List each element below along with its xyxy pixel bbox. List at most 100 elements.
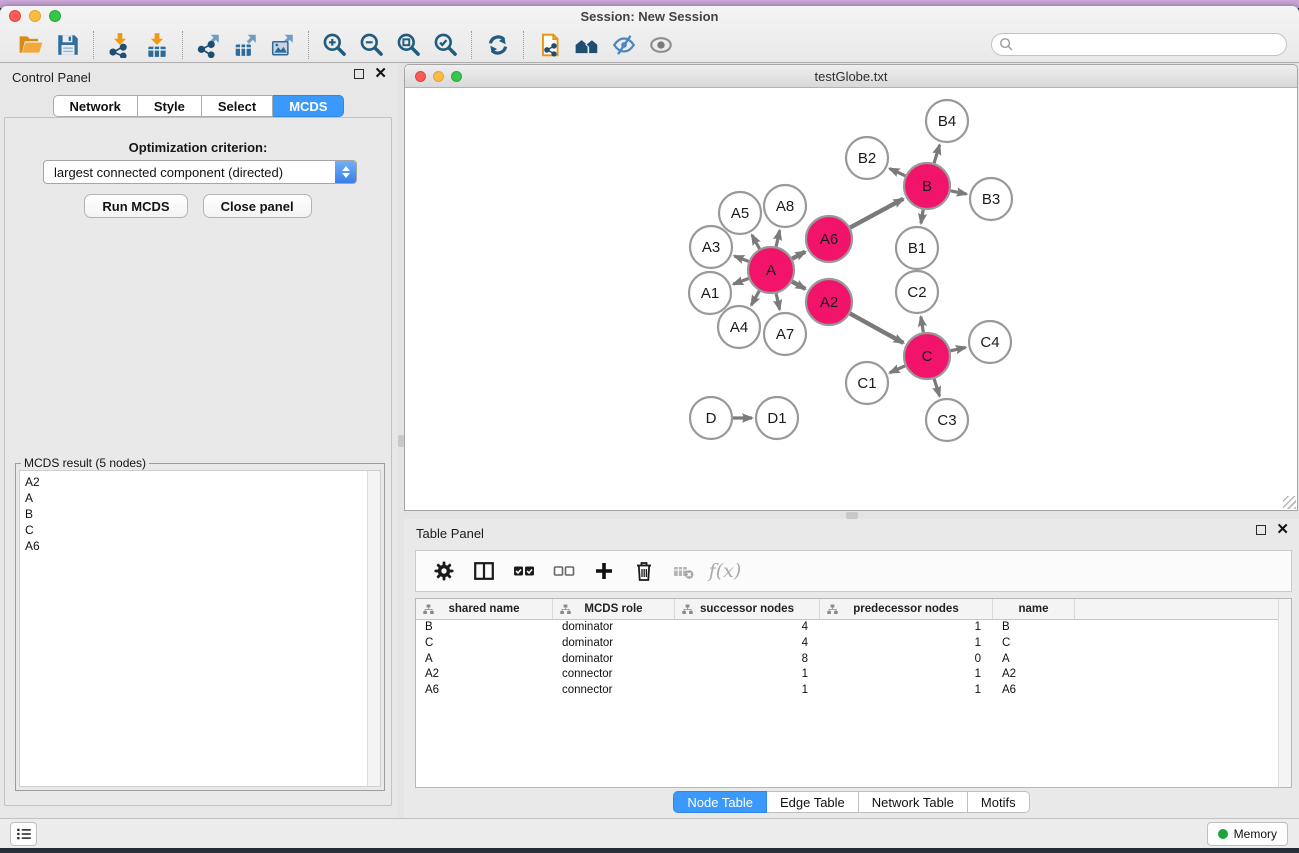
select-all-icon[interactable] (506, 554, 542, 588)
graph-edge-A-A4[interactable] (751, 291, 759, 305)
memory-status-icon (1218, 829, 1228, 839)
import-network-icon[interactable] (101, 29, 138, 61)
deselect-all-icon[interactable] (546, 554, 582, 588)
open-session-icon[interactable] (12, 29, 49, 61)
run-mcds-button[interactable]: Run MCDS (84, 194, 187, 218)
table-cell: 8 (675, 652, 820, 668)
main-toolbar (0, 26, 1299, 63)
table-cell: A6 (416, 683, 553, 699)
criterion-select[interactable]: largest connected component (directed) (43, 160, 357, 184)
tab-node-table[interactable]: Node Table (673, 791, 767, 813)
tab-motifs[interactable]: Motifs (968, 791, 1030, 813)
zoom-selected-icon[interactable] (427, 29, 464, 61)
scrollbar-track[interactable] (367, 471, 380, 786)
tab-edge-table[interactable]: Edge Table (767, 791, 859, 813)
table-cell: C (416, 636, 553, 652)
zoom-fit-icon[interactable] (390, 29, 427, 61)
mcds-result-item[interactable]: C (25, 522, 380, 538)
table-cell: A (416, 652, 553, 668)
table-cell: A2 (993, 667, 1075, 683)
network-from-file-icon[interactable] (531, 29, 568, 61)
table-row[interactable]: Adominator80A (416, 652, 1291, 668)
graph-node-label: C3 (937, 412, 956, 429)
close-panel-button[interactable]: Close panel (203, 194, 312, 218)
network-canvas[interactable]: B4B2BB3A8A5A6A3B1AA1C2A2A4A7C4CC1DD1C3 (405, 88, 1297, 510)
show-panels-button[interactable] (10, 822, 37, 846)
graph-edge-C-C2[interactable] (921, 317, 923, 333)
table-row[interactable]: Cdominator41C (416, 636, 1291, 652)
graph-edge-A-A1[interactable] (733, 278, 748, 284)
export-table-icon[interactable] (227, 29, 264, 61)
graph-edge-A2-C[interactable] (850, 314, 903, 343)
graph-edge-C-C4[interactable] (950, 347, 965, 350)
export-image-icon[interactable] (264, 29, 301, 61)
graph-edge-A-A2[interactable] (792, 282, 805, 289)
graph-edge-A-A3[interactable] (734, 256, 748, 261)
mcds-result-list[interactable]: A2ABCA6 (19, 470, 381, 787)
column-header-successor-nodes[interactable]: successor nodes (675, 599, 820, 619)
column-header-label: successor nodes (700, 603, 794, 615)
graph-node-label: D1 (767, 410, 786, 427)
list-icon (15, 825, 33, 843)
export-network-icon[interactable] (190, 29, 227, 61)
graph-edge-C-C3[interactable] (934, 379, 939, 396)
column-header-name[interactable]: name (993, 599, 1075, 619)
save-session-icon[interactable] (49, 29, 86, 61)
horizontal-splitter-handle[interactable] (846, 512, 858, 519)
zoom-in-icon[interactable] (316, 29, 353, 61)
float-table-panel-icon[interactable] (1256, 525, 1266, 535)
column-header-MCDS-role[interactable]: MCDS role (553, 599, 675, 619)
column-header-shared-name[interactable]: shared name (416, 599, 553, 619)
float-panel-icon[interactable] (354, 69, 364, 79)
function-builder-icon[interactable]: f(x) (706, 554, 742, 588)
table-scrollbar-track[interactable] (1278, 599, 1291, 787)
delete-table-icon[interactable] (666, 554, 702, 588)
tab-network[interactable]: Network (53, 95, 138, 117)
mcds-result-title: MCDS result (5 nodes) (21, 456, 149, 470)
tab-style[interactable]: Style (138, 95, 202, 117)
table-cell: 1 (675, 683, 820, 699)
tab-network-table[interactable]: Network Table (859, 791, 968, 813)
graph-edge-C-C1[interactable] (890, 366, 905, 373)
graph-node-label: A (766, 262, 776, 279)
hide-graphics-details-icon[interactable] (605, 29, 642, 61)
delete-column-icon[interactable] (626, 554, 662, 588)
mcds-result-item[interactable]: A2 (25, 474, 380, 490)
table-settings-icon[interactable] (426, 554, 462, 588)
graph-edge-B-B1[interactable] (921, 210, 923, 224)
zoom-out-icon[interactable] (353, 29, 390, 61)
tab-select[interactable]: Select (202, 95, 273, 117)
mcds-result-item[interactable]: B (25, 506, 380, 522)
home-view-icon[interactable] (568, 29, 605, 61)
graph-edge-B-B4[interactable] (934, 145, 940, 163)
resize-grip-icon[interactable] (1283, 496, 1296, 509)
graph-edge-B-B2[interactable] (890, 169, 906, 176)
graph-edge-A-A6[interactable] (792, 252, 805, 259)
toggle-panels-icon[interactable] (466, 554, 502, 588)
graph-edge-A-A5[interactable] (752, 235, 760, 249)
graph-edge-A-A8[interactable] (776, 230, 780, 246)
close-table-panel-icon[interactable]: ✕ (1276, 525, 1289, 535)
graph-edge-A6-B[interactable] (850, 199, 903, 228)
import-table-icon[interactable] (138, 29, 175, 61)
memory-button[interactable]: Memory (1207, 822, 1288, 846)
graph-edge-A-A7[interactable] (776, 293, 780, 309)
column-header-label: shared name (449, 603, 520, 615)
birds-eye-view-icon[interactable] (642, 29, 679, 61)
main-content: Control Panel ✕ NetworkStyleSelectMCDS O… (0, 63, 1299, 818)
search-input[interactable] (991, 33, 1287, 56)
table-row[interactable]: Bdominator41B (416, 620, 1291, 636)
table-row[interactable]: A6connector11A6 (416, 683, 1291, 699)
table-row[interactable]: A2connector11A2 (416, 667, 1291, 683)
column-header-predecessor-nodes[interactable]: predecessor nodes (820, 599, 993, 619)
table-cell: 4 (675, 636, 820, 652)
create-column-icon[interactable] (586, 554, 622, 588)
tab-mcds[interactable]: MCDS (273, 95, 344, 117)
mcds-result-item[interactable]: A (25, 490, 380, 506)
table-cell: 1 (820, 636, 993, 652)
refresh-network-icon[interactable] (479, 29, 516, 61)
mcds-result-item[interactable]: A6 (25, 538, 380, 554)
graph-edge-B-B3[interactable] (951, 191, 967, 194)
window-title: Session: New Session (0, 9, 1299, 24)
close-panel-icon[interactable]: ✕ (374, 69, 387, 79)
